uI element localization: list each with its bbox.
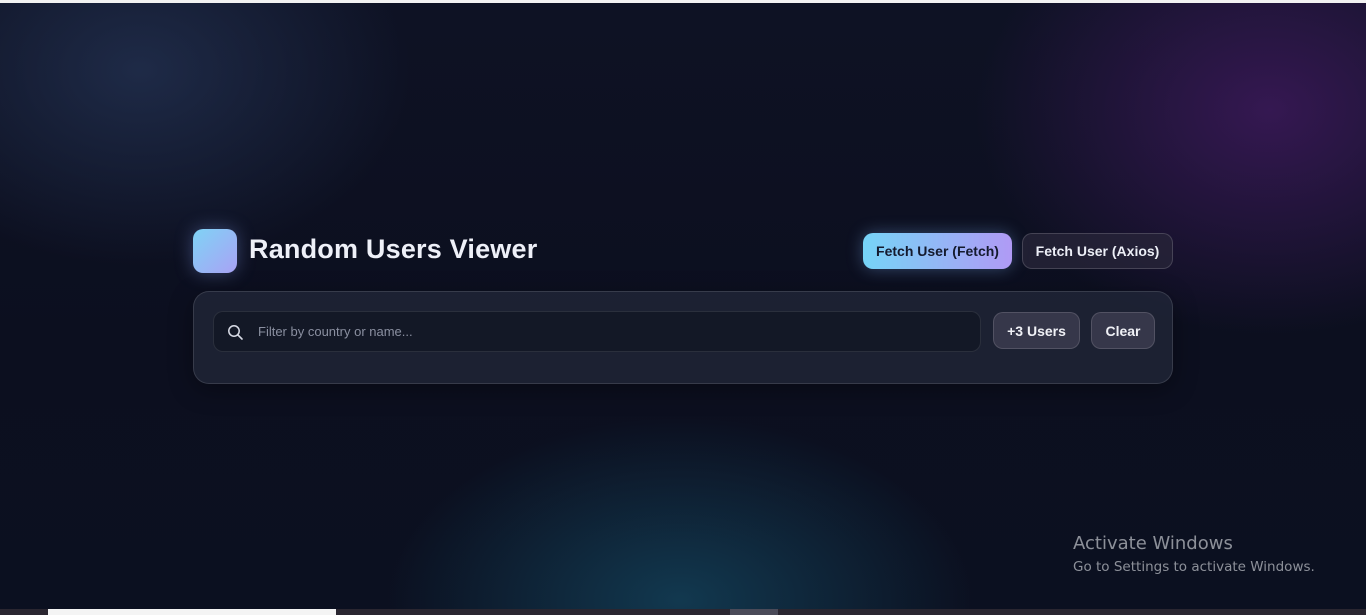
taskbar-thumbnail[interactable] [48, 609, 336, 615]
controls-panel: +3 Users Clear [193, 291, 1173, 384]
taskbar-active-indicator[interactable] [730, 609, 778, 615]
app-header: Random Users Viewer Fetch User (Fetch) F… [193, 229, 1173, 273]
page-title: Random Users Viewer [249, 234, 538, 264]
search-input[interactable] [258, 312, 958, 351]
search-box[interactable] [213, 311, 981, 352]
app-logo [193, 229, 237, 273]
watermark-subtitle: Go to Settings to activate Windows. [1073, 559, 1315, 575]
clear-button[interactable]: Clear [1091, 312, 1155, 349]
add-three-users-button[interactable]: +3 Users [993, 312, 1080, 349]
app-container: Random Users Viewer Fetch User (Fetch) F… [193, 229, 1173, 384]
activate-windows-watermark: Activate Windows Go to Settings to activ… [1073, 533, 1315, 579]
watermark-title: Activate Windows [1073, 533, 1233, 554]
window-top-edge [0, 0, 1366, 3]
search-icon [228, 325, 243, 340]
fetch-user-fetch-button[interactable]: Fetch User (Fetch) [863, 233, 1012, 269]
fetch-user-axios-button[interactable]: Fetch User (Axios) [1022, 233, 1173, 269]
